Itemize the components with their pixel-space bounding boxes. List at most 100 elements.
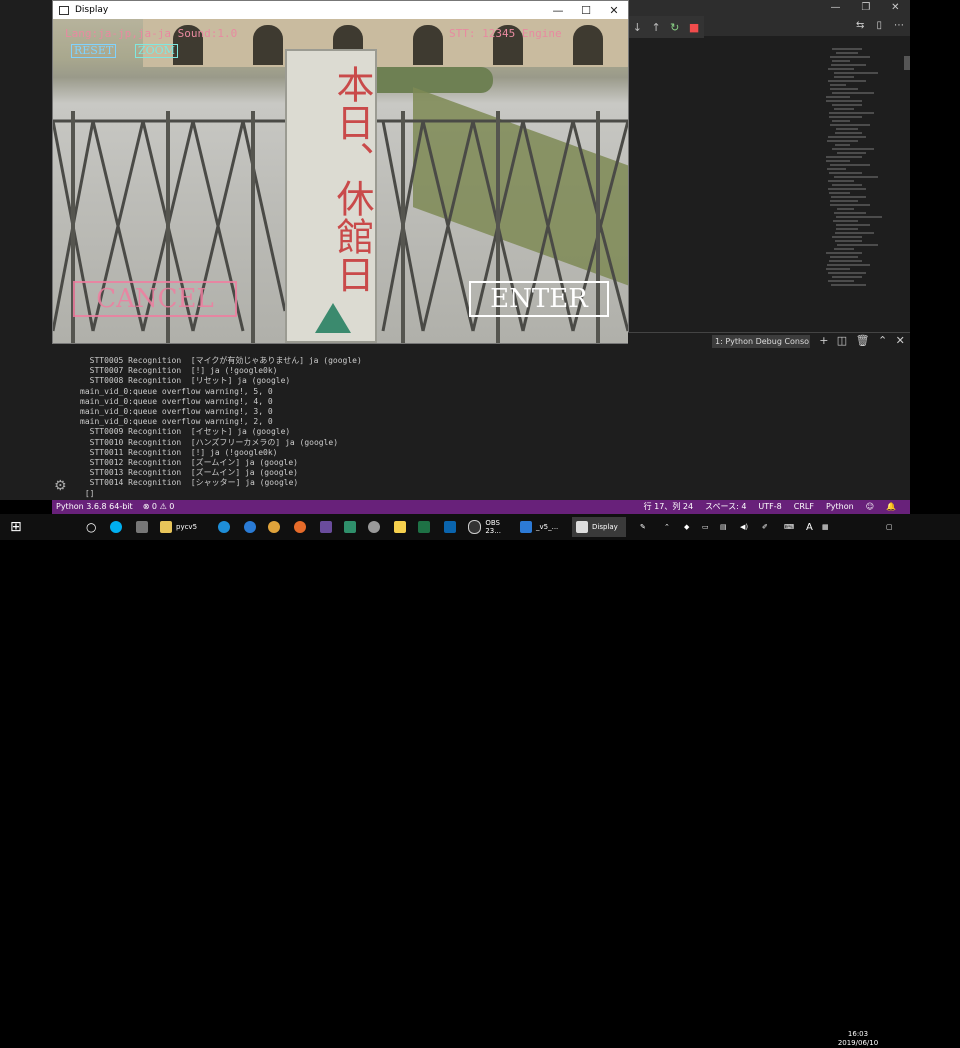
- terminal-line: STT0013 Recognition [ズームイン] ja (google): [80, 468, 298, 478]
- enter-button[interactable]: ENTER: [469, 281, 609, 317]
- add-terminal-icon[interactable]: +: [819, 334, 828, 348]
- minimap-line: [829, 260, 862, 262]
- display-minimize-button[interactable]: —: [544, 4, 572, 17]
- cancel-button[interactable]: CANCEL: [73, 281, 237, 317]
- indentation[interactable]: スペース: 4: [705, 500, 746, 514]
- app-icon[interactable]: [344, 517, 356, 537]
- minimap-line: [830, 204, 870, 206]
- ink-icon[interactable]: ✎: [640, 517, 646, 537]
- chrome-icon[interactable]: [268, 517, 280, 537]
- encoding[interactable]: UTF-8: [758, 500, 781, 514]
- terminal-line: STT0012 Recognition [ズームイン] ja (google): [80, 458, 298, 468]
- minimap-line: [830, 88, 858, 90]
- split-editor-icon[interactable]: ▯: [876, 20, 882, 34]
- editor-actions: ⇆ ▯ ⋯: [850, 20, 910, 34]
- display-close-button[interactable]: ✕: [600, 4, 628, 17]
- minimap-line: [826, 96, 850, 98]
- step-into-icon[interactable]: ↓: [633, 21, 642, 34]
- split-terminal-icon[interactable]: ◫: [837, 334, 847, 348]
- minimap-line: [832, 236, 862, 238]
- ime-indicator[interactable]: A: [806, 517, 813, 537]
- minimap-line: [836, 216, 882, 218]
- firefox-icon[interactable]: [294, 517, 306, 537]
- minimap-line: [832, 276, 862, 278]
- taskbar-item-display[interactable]: Display: [572, 517, 626, 537]
- network-icon[interactable]: ▤: [720, 517, 727, 537]
- cursor-position[interactable]: 行 17、列 24: [644, 500, 693, 514]
- taskbar-item-pycv5[interactable]: pycv5: [160, 517, 200, 537]
- minimap-line: [829, 192, 850, 194]
- taskbar-item-obs[interactable]: OBS 23...: [468, 517, 516, 537]
- taskbar-label: Display: [592, 523, 618, 531]
- windows-start-icon[interactable]: ⊞: [10, 517, 22, 537]
- maximize-panel-icon[interactable]: ⌃: [878, 334, 887, 348]
- taskbar-item-vscode[interactable]: _v5_...: [520, 517, 568, 537]
- stop-icon[interactable]: ■: [689, 21, 699, 34]
- dropbox-icon[interactable]: ◆: [684, 517, 689, 537]
- display-maximize-button[interactable]: ☐: [572, 4, 600, 17]
- restart-icon[interactable]: ↻: [670, 21, 679, 34]
- minimize-icon[interactable]: —: [830, 2, 840, 13]
- restore-icon[interactable]: ❐: [861, 2, 870, 13]
- minimap-line: [828, 68, 854, 70]
- excel-icon[interactable]: [418, 517, 430, 537]
- app-icon[interactable]: [320, 517, 332, 537]
- minimap-line: [831, 284, 866, 286]
- terminal-line: STT0009 Recognition [イセット] ja (google): [80, 427, 291, 437]
- minimap-line: [835, 232, 874, 234]
- display-titlebar[interactable]: Display — ☐ ✕: [53, 1, 628, 19]
- outlook-icon[interactable]: [444, 517, 456, 537]
- ime-mode-icon[interactable]: ▦: [822, 517, 829, 537]
- minimap-line: [832, 148, 874, 150]
- terminal-line: STT0014 Recognition [シャッター] ja (google): [80, 478, 299, 488]
- problems-indicator[interactable]: ⊗ 0 ⚠ 0: [143, 500, 175, 514]
- minimap-line: [836, 128, 858, 130]
- taskbar-label: OBS 23...: [485, 519, 501, 535]
- panel-actions: + ◫ 🗑 ⌃ ✕: [815, 334, 909, 348]
- building-arch: [413, 25, 443, 65]
- gear-icon[interactable]: ⚙: [54, 478, 67, 494]
- minimap-line: [828, 280, 854, 282]
- minimap-line: [834, 76, 854, 78]
- notification-icon[interactable]: ▢: [886, 517, 893, 537]
- terminal-line: main_vid_0:queue overflow warning!, 3, 0: [80, 407, 273, 417]
- minimap[interactable]: [826, 48, 906, 328]
- minimap-line: [837, 244, 878, 246]
- step-out-icon[interactable]: ↑: [651, 21, 660, 34]
- people-icon[interactable]: [136, 517, 148, 537]
- zoom-button[interactable]: ZOOM: [135, 44, 178, 58]
- scrollbar-thumb[interactable]: [904, 56, 910, 70]
- minimap-line: [828, 180, 854, 182]
- compare-icon[interactable]: ⇆: [856, 20, 864, 34]
- app-icon[interactable]: [368, 517, 380, 537]
- search-icon[interactable]: ○: [86, 517, 96, 537]
- trash-icon[interactable]: 🗑: [856, 334, 870, 348]
- reset-button[interactable]: RESET: [71, 44, 117, 58]
- terminal-line: STT0007 Recognition [!] ja (!google0k): [80, 366, 278, 376]
- python-interpreter[interactable]: Python 3.6.8 64-bit: [56, 500, 133, 514]
- minimap-line: [826, 160, 850, 162]
- keyboard-icon[interactable]: ⌨: [784, 517, 794, 537]
- edge-icon[interactable]: [244, 517, 256, 537]
- minimap-line: [834, 212, 866, 214]
- close-icon[interactable]: ✕: [891, 2, 899, 13]
- terminal-output[interactable]: STT0005 Recognition [マイクが有効じゃありません] ja (…: [80, 356, 680, 499]
- minimap-line: [832, 92, 874, 94]
- smiley-icon[interactable]: ☺: [866, 500, 874, 514]
- battery-icon[interactable]: ▭: [702, 517, 709, 537]
- skype-icon[interactable]: [110, 517, 122, 537]
- terminal-selector[interactable]: 1: Python Debug Conso: [712, 335, 810, 348]
- ie-icon[interactable]: [218, 517, 230, 537]
- show-hidden-icons-icon[interactable]: ⌃: [664, 517, 670, 537]
- overlay-lang-text: Lang:ja-jp,ja-ja Sound:1.0: [65, 27, 238, 40]
- close-panel-icon[interactable]: ✕: [896, 334, 905, 348]
- more-actions-icon[interactable]: ⋯: [894, 20, 904, 34]
- clock[interactable]: 16:03 2019/06/10: [836, 1030, 880, 1048]
- line-endings[interactable]: CRLF: [794, 500, 814, 514]
- language-mode[interactable]: Python: [826, 500, 854, 514]
- sticky-notes-icon[interactable]: [394, 517, 406, 537]
- pen-icon[interactable]: ✐: [762, 517, 768, 537]
- minimap-line: [832, 184, 862, 186]
- volume-icon[interactable]: ◀): [740, 517, 748, 537]
- bell-icon[interactable]: 🔔: [886, 500, 896, 514]
